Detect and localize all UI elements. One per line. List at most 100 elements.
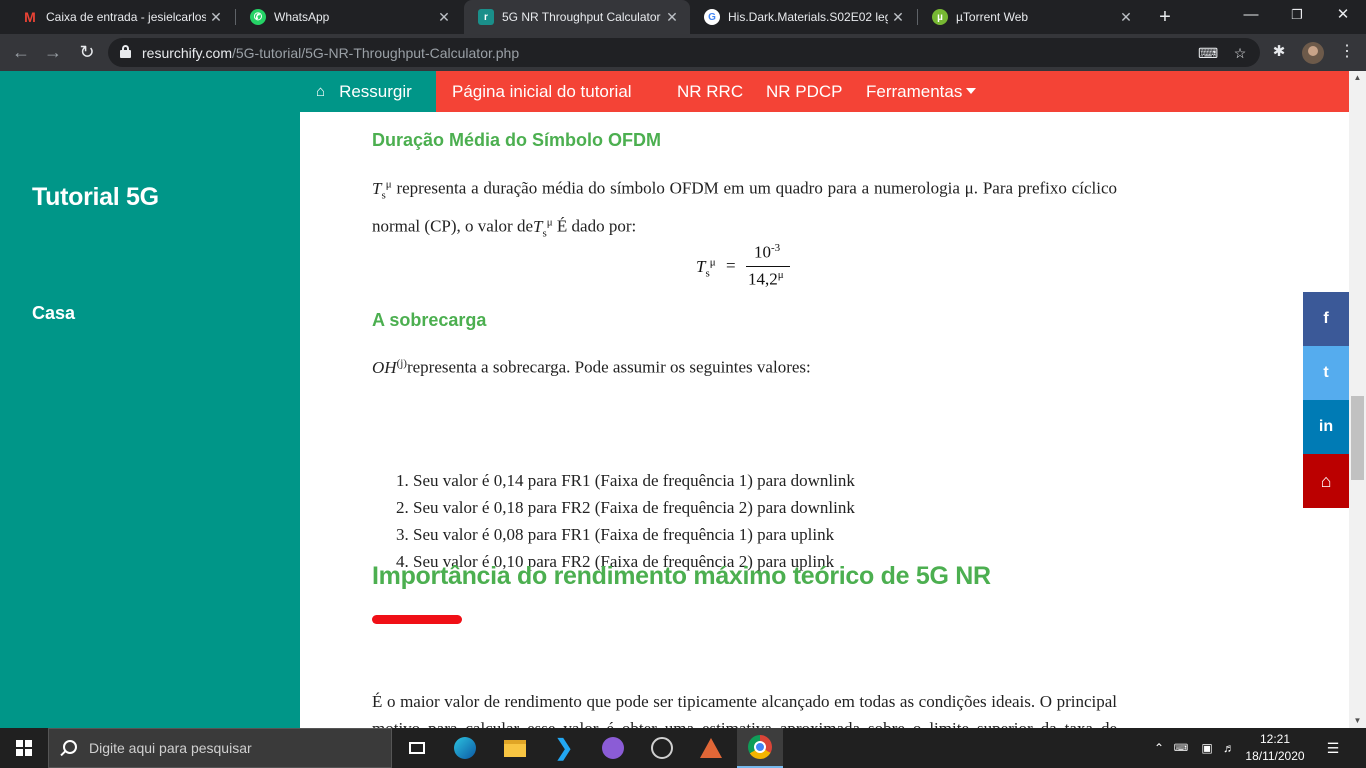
overhead-values-list: 1. Seu valor é 0,14 para FR1 (Faixa de f… (396, 467, 855, 575)
math-ts: Tsμ (533, 216, 553, 240)
matlab-icon[interactable] (688, 728, 734, 768)
start-button[interactable] (0, 728, 48, 768)
edge-icon[interactable] (442, 728, 488, 768)
notification-icon[interactable]: ☰ (1316, 728, 1350, 768)
clock-date: 18/11/2020 (1245, 749, 1305, 763)
tab-utorrent[interactable]: µ µTorrent Web ✕ (918, 0, 1144, 34)
home-icon[interactable]: ⌂ (1303, 454, 1349, 508)
sidebar-title: Tutorial 5G (32, 183, 159, 211)
search-icon (63, 740, 77, 754)
address-bar[interactable]: resurchify.com/5G-tutorial/5G-NR-Through… (108, 38, 1260, 67)
menu-icon[interactable]: ⋮ (1336, 41, 1358, 63)
caret-down-icon (966, 88, 977, 94)
tab-google-search[interactable]: G His.Dark.Materials.S02E02 lege ✕ (690, 0, 916, 34)
close-window-button[interactable]: ✕ (1320, 0, 1366, 30)
tab-title: His.Dark.Materials.S02E02 lege (728, 10, 888, 24)
clock-time: 12:21 (1259, 732, 1291, 746)
obs-icon[interactable] (639, 728, 685, 768)
list-item: 3. Seu valor é 0,08 para FR1 (Faixa de f… (396, 525, 835, 544)
profile-avatar[interactable] (1302, 42, 1324, 64)
nav-tools-label: Ferramentas (866, 82, 963, 101)
close-icon[interactable]: ✕ (888, 9, 908, 26)
heading-ofdm-duration: Duração Média do Símbolo OFDM (372, 130, 662, 150)
close-icon[interactable]: ✕ (662, 9, 682, 26)
minimize-button[interactable]: — (1228, 0, 1274, 30)
twitter-icon[interactable]: t (1303, 346, 1349, 400)
nav-tutorial-home[interactable]: Página inicial do tutorial (452, 71, 632, 112)
nav-tools-dropdown[interactable]: Ferramentas (866, 71, 977, 112)
bookmark-star-icon[interactable]: ☆ (1230, 43, 1250, 63)
nav-home-link[interactable]: ⌂ Ressurgir (300, 71, 436, 112)
forward-button[interactable]: → (40, 39, 66, 65)
page-scrollbar[interactable]: ▲ ▼ (1349, 71, 1366, 728)
tab-gmail[interactable]: M Caixa de entrada - jesielcarlos1 ✕ (8, 0, 234, 34)
lock-icon (120, 45, 131, 58)
nav-nr-rrc[interactable]: NR RRC (677, 71, 743, 112)
tab-title: Caixa de entrada - jesielcarlos1 (46, 10, 206, 24)
network-icon[interactable]: ▣ (1196, 728, 1218, 768)
search-placeholder: Digite aqui para pesquisar (89, 740, 252, 756)
google-icon: G (704, 9, 720, 25)
nav-home-label: Ressurgir (339, 81, 412, 101)
paragraph-ofdm: Tsμ representa a duração média do símbol… (372, 178, 1117, 240)
taskbar-clock[interactable]: 12:21 18/11/2020 (1242, 731, 1308, 765)
back-button[interactable]: ← (8, 39, 34, 65)
new-tab-button[interactable]: + (1154, 5, 1176, 29)
browser-toolbar: ← → ↻ resurchify.com/5G-tutorial/5G-NR-T… (0, 34, 1366, 71)
github-desktop-icon[interactable] (590, 728, 636, 768)
top-navbar: ⌂ Ressurgir Página inicial do tutorial N… (300, 71, 1349, 112)
tab-title: WhatsApp (274, 10, 330, 24)
scroll-down-icon[interactable]: ▼ (1349, 714, 1366, 728)
translate-icon[interactable]: ⌨ (1198, 43, 1218, 63)
close-icon[interactable]: ✕ (206, 9, 226, 26)
web-page: Tutorial 5G Casa ⌂ Ressurgir Página inic… (0, 71, 1366, 728)
ime-icon[interactable]: ⌨ (1170, 728, 1192, 768)
gmail-icon: M (24, 9, 36, 25)
facebook-icon[interactable]: f (1303, 292, 1349, 346)
task-view-icon[interactable] (394, 728, 440, 768)
scroll-thumb[interactable] (1351, 396, 1364, 480)
windows-taskbar: Digite aqui para pesquisar ❯ ⌃ ⌨ ▣ ♬ 12:… (0, 728, 1366, 768)
tab-whatsapp[interactable]: ✆ WhatsApp ✕ (236, 0, 462, 34)
linkedin-icon[interactable]: in (1303, 400, 1349, 454)
scroll-up-icon[interactable]: ▲ (1349, 71, 1366, 85)
formula-denominator: 14,2μ (748, 269, 784, 289)
utorrent-icon: µ (932, 9, 948, 25)
heading-underline-bar (372, 615, 462, 624)
nav-nr-pdcp[interactable]: NR PDCP (766, 71, 843, 112)
reload-button[interactable]: ↻ (74, 39, 100, 65)
heading-overhead: A sobrecarga (372, 310, 487, 330)
formula-numerator: 10-3 (754, 242, 781, 262)
chrome-icon[interactable] (737, 728, 783, 768)
extensions-icon[interactable]: ✱ (1268, 41, 1290, 63)
close-icon[interactable]: ✕ (434, 9, 454, 26)
taskbar-search-box[interactable]: Digite aqui para pesquisar (48, 728, 392, 768)
heading-importance: Importância do rendimento máximo teórico… (372, 562, 991, 590)
volume-icon[interactable]: ♬ (1218, 728, 1240, 768)
formula-lhs: Tsμ (696, 256, 716, 280)
file-explorer-icon[interactable] (492, 728, 538, 768)
url-text: resurchify.com/5G-tutorial/5G-NR-Through… (142, 45, 520, 61)
tab-5g-calculator[interactable]: r 5G NR Throughput Calculator ✕ (464, 0, 690, 34)
close-icon[interactable]: ✕ (1116, 9, 1136, 26)
paragraph-importance: É o maior valor de rendimento que pode s… (372, 692, 1117, 728)
math-ts: Tsμ (372, 178, 392, 202)
sidebar: Tutorial 5G Casa (0, 71, 300, 728)
vscode-icon[interactable]: ❯ (541, 728, 587, 768)
sidebar-link-home[interactable]: Casa (32, 303, 75, 324)
whatsapp-icon: ✆ (250, 9, 266, 25)
formula-equals: = (726, 256, 736, 275)
resurchify-icon: r (478, 9, 494, 25)
tray-chevron-icon[interactable]: ⌃ (1150, 728, 1168, 768)
list-item: 1. Seu valor é 0,14 para FR1 (Faixa de f… (396, 471, 855, 490)
list-item: 2. Seu valor é 0,18 para FR2 (Faixa de f… (396, 498, 855, 517)
windows-logo-icon (16, 740, 32, 756)
restore-button[interactable]: ❐ (1274, 0, 1320, 30)
tab-title: µTorrent Web (956, 10, 1029, 24)
math-oh: OH(j) (372, 357, 407, 377)
paragraph-overhead: OH(j)representa a sobrecarga. Pode assum… (372, 357, 811, 377)
house-icon: ⌂ (316, 83, 326, 100)
browser-tab-bar: M Caixa de entrada - jesielcarlos1 ✕ ✆ W… (0, 0, 1366, 34)
tab-title: 5G NR Throughput Calculator (502, 10, 661, 24)
fraction-line (746, 266, 790, 267)
